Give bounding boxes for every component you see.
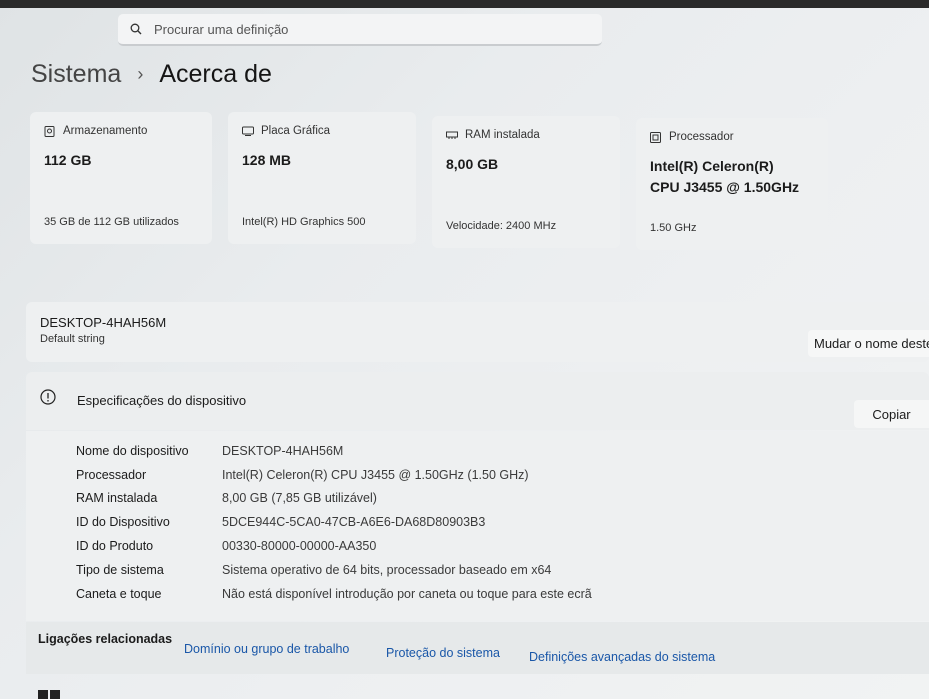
gpu-icon — [242, 126, 254, 137]
card-ram[interactable]: RAM instalada 8,00 GB Velocidade: 2400 M… — [432, 116, 620, 248]
search-icon — [128, 21, 144, 37]
spec-row: ID do Dispositivo 5DCE944C-5CA0-47CB-A6E… — [76, 515, 485, 529]
related-links-label: Ligações relacionadas — [38, 632, 173, 646]
rename-pc-button[interactable]: Mudar o nome deste PC — [808, 330, 929, 357]
chevron-right-icon: › — [137, 64, 144, 84]
spec-value: 5DCE944C-5CA0-47CB-A6E6-DA68D80903B3 — [222, 515, 486, 529]
spec-key: Processador — [76, 468, 147, 482]
info-icon — [40, 389, 56, 405]
card-subtext: 1.50 GHz — [650, 222, 697, 234]
spec-value: Não está disponível introdução por canet… — [222, 587, 592, 601]
storage-icon — [44, 125, 56, 137]
spec-value: DESKTOP-4HAH56M — [222, 444, 344, 458]
device-name: DESKTOP-4HAH56M — [40, 315, 167, 330]
ram-icon — [446, 130, 458, 141]
spec-row: Nome do dispositivo DESKTOP-4HAH56M — [76, 444, 343, 458]
spec-value: Sistema operativo de 64 bits, processado… — [222, 563, 552, 577]
spec-value: Intel(R) Celeron(R) CPU J3455 @ 1.50GHz … — [222, 468, 529, 482]
card-title: Placa Gráfica — [261, 125, 331, 137]
spec-key: RAM instalada — [76, 491, 158, 505]
card-value-line1: Intel(R) Celeron(R) — [650, 158, 774, 174]
spec-key: ID do Dispositivo — [76, 515, 170, 529]
spec-key: Tipo de sistema — [76, 563, 164, 577]
card-value-line2: CPU J3455 @ 1.50GHz — [650, 179, 800, 195]
card-value: 112 GB — [44, 152, 92, 168]
device-specs-list: Nome do dispositivo DESKTOP-4HAH56M Proc… — [26, 431, 929, 621]
spec-row: Caneta e toque Não está disponível intro… — [76, 587, 592, 601]
spec-key: Caneta e toque — [76, 587, 162, 601]
card-value: Intel(R) Celeron(R) CPU J3455 @ 1.50GHz — [650, 156, 799, 198]
device-specs-header[interactable]: Especificações do dispositivo — [26, 372, 929, 430]
search-box[interactable]: Procurar uma definição — [118, 14, 602, 46]
processor-icon — [650, 131, 662, 143]
link-advanced-settings[interactable]: Definições avançadas do sistema — [529, 650, 715, 664]
search-input[interactable]: Procurar uma definição — [154, 22, 288, 37]
related-links-bar: Ligações relacionadas Domínio ou grupo d… — [26, 622, 929, 674]
card-value: 128 MB — [242, 152, 292, 168]
card-title: Processador — [669, 131, 734, 143]
breadcrumb: Sistema › Acerca de — [31, 60, 272, 89]
spec-key: Nome do dispositivo — [76, 444, 189, 458]
spec-row: Processador Intel(R) Celeron(R) CPU J345… — [76, 468, 529, 482]
spec-row: ID do Produto 00330-80000-00000-AA350 — [76, 539, 376, 553]
card-title: Armazenamento — [63, 125, 148, 137]
copy-button[interactable]: Copiar — [854, 400, 929, 428]
device-name-section: DESKTOP-4HAH56M Default string — [26, 302, 929, 362]
card-title: RAM instalada — [465, 129, 540, 141]
card-storage[interactable]: Armazenamento 112 GB 35 GB de 112 GB uti… — [30, 112, 212, 244]
spec-value: 00330-80000-00000-AA350 — [222, 539, 377, 553]
device-specs-title: Especificações do dispositivo — [77, 393, 247, 408]
link-system-protection[interactable]: Proteção do sistema — [386, 646, 500, 660]
spec-value: 8,00 GB (7,85 GB utilizável) — [222, 491, 377, 505]
spec-row: Tipo de sistema Sistema operativo de 64 … — [76, 563, 551, 577]
start-icon[interactable] — [38, 690, 60, 699]
breadcrumb-parent[interactable]: Sistema — [31, 60, 121, 89]
device-model: Default string — [40, 333, 105, 345]
spec-key: ID do Produto — [76, 539, 154, 553]
card-graphics[interactable]: Placa Gráfica 128 MB Intel(R) HD Graphic… — [228, 112, 416, 244]
card-subtext: Velocidade: 2400 MHz — [446, 220, 557, 232]
top-edge — [0, 0, 929, 8]
page-title: Acerca de — [159, 60, 272, 88]
card-subtext: Intel(R) HD Graphics 500 — [242, 216, 366, 228]
card-processor[interactable]: Processador Intel(R) Celeron(R) CPU J345… — [636, 118, 828, 250]
card-value: 8,00 GB — [446, 156, 499, 172]
card-subtext: 35 GB de 112 GB utilizados — [44, 216, 179, 228]
spec-row: RAM instalada 8,00 GB (7,85 GB utilizáve… — [76, 491, 377, 505]
link-domain-workgroup[interactable]: Domínio ou grupo de trabalho — [184, 642, 349, 656]
